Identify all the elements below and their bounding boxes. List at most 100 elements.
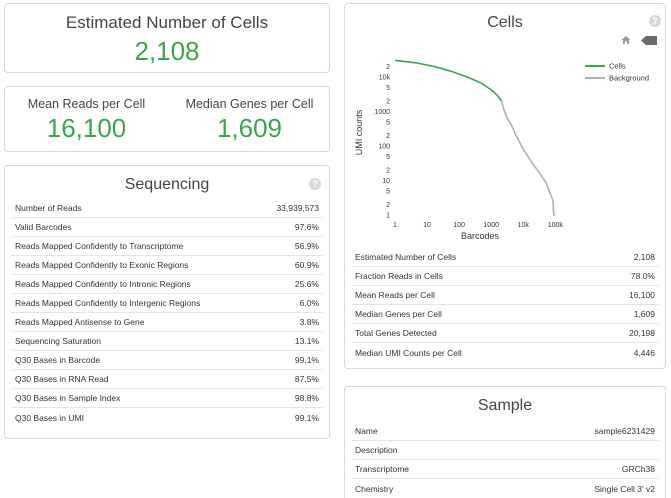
table-row: Reads Mapped Confidently to Exonic Regio…	[11, 256, 323, 275]
median-genes-block: Median Genes per Cell 1,609	[168, 87, 331, 144]
x-tick-label: 100	[453, 222, 465, 229]
x-tick-label: 100k	[548, 222, 564, 229]
table-row: Valid Barcodes 97.6%	[11, 218, 323, 237]
median-genes-value: 1,609	[216, 113, 283, 143]
sequencing-row-label: Number of Reads	[15, 203, 82, 213]
cells-row-label: Median Genes per Cell	[355, 309, 442, 319]
table-row: Median UMI Counts per Cell 4,446	[351, 343, 659, 362]
sequencing-row-value: 99.1%	[294, 412, 319, 423]
table-row: Chemistry Single Cell 3' v2	[351, 479, 659, 498]
table-row: Q30 Bases in RNA Read 87.5%	[11, 370, 323, 389]
table-row: Reads Mapped Confidently to Transcriptom…	[11, 237, 323, 256]
sequencing-row-value: 33,939,573	[276, 203, 319, 213]
mean-reads-title: Mean Reads per Cell	[27, 97, 146, 111]
table-row: Q30 Bases in UMI 99.1%	[11, 408, 323, 427]
sequencing-row-label: Q30 Bases in UMI	[15, 412, 84, 423]
cells-row-value: 4,446	[633, 347, 655, 358]
sequencing-row-label: Reads Mapped Confidently to Exonic Regio…	[15, 260, 189, 270]
y-tick-label: 2	[386, 168, 390, 175]
sequencing-row-value: 56.9%	[294, 241, 319, 251]
y-tick-label: 2	[386, 99, 390, 106]
table-row: Q30 Bases in Sample Index 98.8%	[11, 389, 323, 408]
cells-title: Cells	[487, 14, 523, 31]
estimated-cells-card: Estimated Number of Cells 2,108	[4, 3, 330, 73]
y-tick-label: 5	[386, 119, 390, 126]
sequencing-row-value: 99.1%	[294, 355, 319, 365]
cells-row-label: Estimated Number of Cells	[355, 252, 457, 262]
reads-genes-card: Mean Reads per Cell 16,100 Median Genes …	[4, 86, 330, 152]
sequencing-title: Sequencing	[124, 176, 210, 193]
table-row: Description	[351, 441, 659, 460]
sequencing-row-value: 97.6%	[294, 222, 319, 232]
sequencing-row-label: Q30 Bases in RNA Read	[15, 374, 109, 384]
y-tick-label: 100	[378, 143, 390, 150]
sequencing-row-label: Reads Mapped Antisense to Gene	[15, 317, 145, 327]
mean-reads-value: 16,100	[46, 113, 127, 143]
sequencing-row-label: Reads Mapped Confidently to Intergenic R…	[15, 298, 201, 308]
mean-reads-block: Mean Reads per Cell 16,100	[5, 87, 168, 144]
sequencing-row-value: 98.8%	[294, 393, 319, 403]
y-axis-label: UMI counts	[354, 109, 364, 155]
question-circle-icon[interactable]: ?	[309, 178, 321, 190]
sequencing-row-value: 6.0%	[299, 298, 319, 308]
sample-row-label: Description	[355, 445, 398, 455]
y-tick-label: 5	[386, 154, 390, 161]
sequencing-row-value: 87.5%	[294, 374, 319, 384]
sample-card: Sample Name sample6231429 Description Trans…	[344, 386, 666, 498]
barcode-rank-chart[interactable]: 1 10 100 1000 10k 100k 1 2 5 10 2 5 100 2 5 1000 2 5 10k 2 B…	[345, 44, 667, 249]
table-row: Total Genes Detected 20,198	[351, 324, 659, 343]
y-tick-label: 2	[386, 202, 390, 209]
y-tick-label: 2	[386, 133, 390, 140]
cells-row-value: 16,100	[629, 290, 655, 300]
table-row: Reads Mapped Antisense to Gene 3.8%	[11, 313, 323, 332]
sequencing-row-label: Q30 Bases in Barcode	[15, 355, 101, 365]
table-row: Number of Reads 33,939,573	[11, 199, 323, 218]
sequencing-card: Sequencing ? Number of Reads 33,939,573 Va…	[4, 165, 330, 439]
sequencing-row-value: 13.1%	[294, 336, 319, 346]
y-tick-label: 5	[386, 85, 390, 92]
sequencing-table: Number of Reads 33,939,573 Valid Barcodes 9…	[11, 199, 323, 427]
question-circle-icon[interactable]: ?	[649, 15, 661, 27]
x-tick-label: 1000	[483, 222, 499, 229]
estimated-cells-title: Estimated Number of Cells	[65, 13, 269, 32]
sequencing-row-value: 3.8%	[299, 317, 319, 327]
series-line-cells	[394, 59, 503, 102]
series-line-background	[500, 100, 556, 216]
y-tick-label: 10k	[379, 74, 391, 81]
cells-row-label: Total Genes Detected	[355, 328, 437, 338]
cells-table: Estimated Number of Cells 2,108 Fraction R…	[351, 248, 659, 362]
cells-row-label: Mean Reads per Cell	[355, 290, 435, 300]
y-tick-label: 10	[382, 178, 390, 185]
sequencing-row-label: Sequencing Saturation	[15, 336, 102, 346]
x-tick-label: 1	[393, 222, 397, 229]
sample-row-label: Chemistry	[355, 483, 394, 494]
table-row: Median Genes per Cell 1,609	[351, 305, 659, 324]
table-row: Fraction Reads in Cells 78.0%	[351, 267, 659, 286]
table-row: Transcriptome GRCh38	[351, 460, 659, 479]
sample-row-value: sample6231429	[594, 426, 656, 436]
estimated-cells-value: 2,108	[134, 36, 200, 66]
y-tick-label: 5	[386, 188, 390, 195]
table-row: Estimated Number of Cells 2,108	[351, 248, 659, 267]
sequencing-row-label: Reads Mapped Confidently to Transcriptom…	[15, 241, 184, 251]
cells-row-value: 2,108	[633, 252, 655, 262]
sample-title: Sample	[477, 397, 533, 414]
x-axis-label: Barcodes	[461, 231, 500, 241]
x-tick-label: 10	[423, 222, 431, 229]
table-row: Reads Mapped Confidently to Intergenic R…	[11, 294, 323, 313]
sequencing-row-value: 25.6%	[294, 279, 319, 289]
y-tick-label: 2	[386, 64, 390, 71]
cells-row-value: 78.0%	[630, 271, 655, 281]
sequencing-row-label: Q30 Bases in Sample Index	[15, 393, 121, 403]
sample-row-label: Name	[355, 426, 378, 436]
y-tick-label: 1	[386, 213, 390, 220]
legend-label-background: Background	[609, 74, 649, 83]
sample-row-value: GRCh38	[621, 464, 655, 474]
median-genes-title: Median Genes per Cell	[185, 97, 314, 111]
table-row: Reads Mapped Confidently to Intronic Reg…	[11, 275, 323, 294]
x-tick-label: 10k	[518, 222, 530, 229]
table-row: Sequencing Saturation 13.1%	[11, 332, 323, 351]
cells-row-label: Fraction Reads in Cells	[355, 271, 443, 281]
cells-row-value: 1,609	[633, 309, 655, 319]
table-row: Mean Reads per Cell 16,100	[351, 286, 659, 305]
